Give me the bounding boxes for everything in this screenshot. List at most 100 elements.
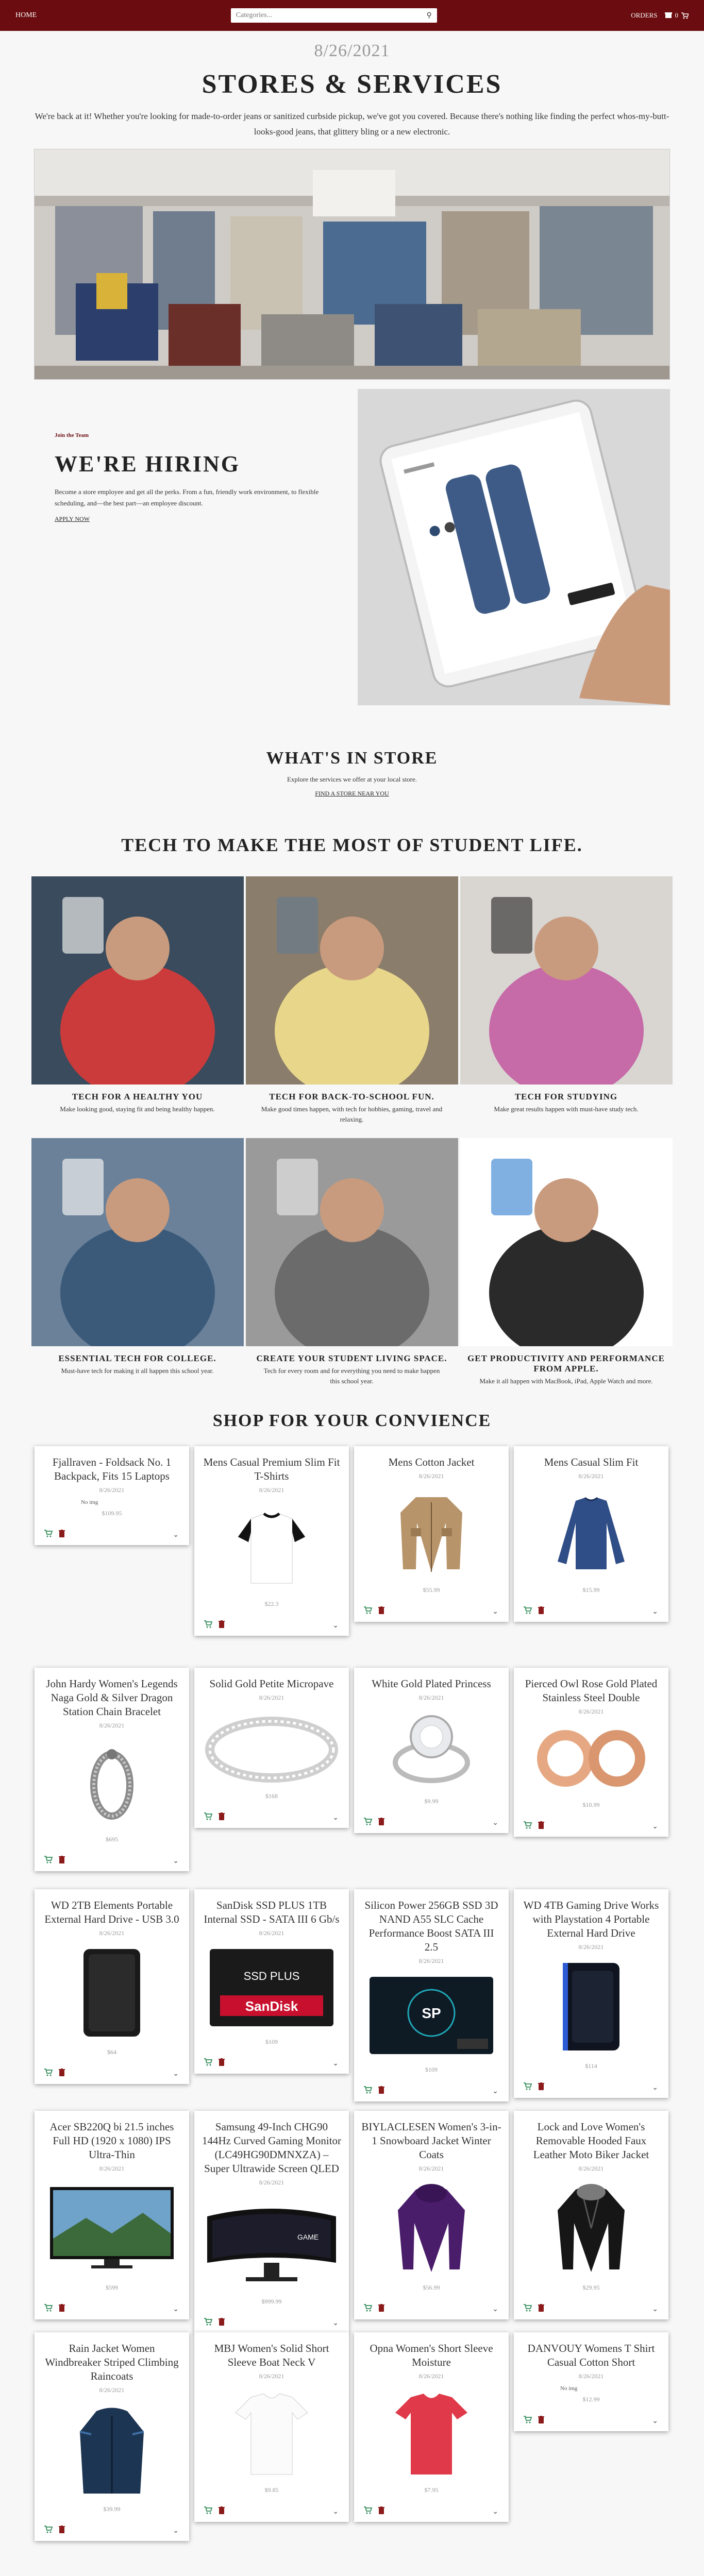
home-link[interactable]: HOME — [15, 11, 37, 20]
tech-card[interactable]: TECH FOR STUDYING Make great results happ… — [460, 876, 673, 1125]
trash-icon[interactable] — [375, 1818, 388, 1828]
product-title[interactable]: Lock and Love Women's Removable Hooded F… — [521, 2120, 661, 2162]
trash-icon[interactable] — [215, 2318, 228, 2328]
trash-icon[interactable] — [375, 2086, 388, 2096]
product-card[interactable]: Pierced Owl Rose Gold Plated Stainless S… — [514, 1668, 668, 1837]
chevron-down-icon[interactable]: ⌄ — [492, 2507, 501, 2516]
product-card[interactable]: Fjallraven - Foldsack No. 1 Backpack, Fi… — [35, 1446, 189, 1545]
add-to-cart-icon[interactable] — [521, 2416, 534, 2426]
add-to-cart-icon[interactable] — [521, 2082, 534, 2093]
product-card[interactable]: Opna Women's Short Sleeve Moisture 8/26/2… — [354, 2332, 509, 2522]
trash-icon[interactable] — [375, 1606, 388, 1617]
add-to-cart-icon[interactable] — [521, 2304, 534, 2314]
add-to-cart-icon[interactable] — [202, 1620, 215, 1631]
trash-icon[interactable] — [55, 1856, 69, 1866]
add-to-cart-icon[interactable] — [42, 2304, 55, 2314]
trash-icon[interactable] — [375, 2304, 388, 2314]
product-card[interactable]: MBJ Women's Solid Short Sleeve Boat Neck… — [194, 2332, 349, 2522]
product-title[interactable]: Pierced Owl Rose Gold Plated Stainless S… — [521, 1677, 661, 1705]
product-title[interactable]: Acer SB220Q bi 21.5 inches Full HD (1920… — [42, 2120, 182, 2162]
product-title[interactable]: MBJ Women's Solid Short Sleeve Boat Neck… — [202, 2342, 342, 2369]
add-to-cart-icon[interactable] — [361, 2086, 375, 2096]
product-title[interactable]: Rain Jacket Women Windbreaker Striped Cl… — [42, 2342, 182, 2383]
trash-icon[interactable] — [215, 2506, 228, 2517]
trash-icon[interactable] — [534, 1821, 548, 1832]
product-card[interactable]: Solid Gold Petite Micropave 8/26/2021 $168… — [194, 1668, 349, 1828]
add-to-cart-icon[interactable] — [202, 2506, 215, 2517]
add-to-cart-icon[interactable] — [361, 2304, 375, 2314]
product-card[interactable]: WD 2TB Elements Portable External Hard D… — [35, 1889, 189, 2084]
product-title[interactable]: Mens Casual Slim Fit — [521, 1455, 661, 1469]
add-to-cart-icon[interactable] — [521, 1821, 534, 1832]
chevron-down-icon[interactable]: ⌄ — [652, 2305, 661, 2314]
chevron-down-icon[interactable]: ⌄ — [173, 2527, 182, 2535]
product-card[interactable]: Samsung 49-Inch CHG90 144Hz Curved Gamin… — [194, 2111, 349, 2333]
cart-link[interactable]: 0 — [664, 11, 689, 20]
tech-card[interactable]: GET PRODUCTIVITY AND PERFORMANCE FROM AP… — [460, 1138, 673, 1386]
chevron-down-icon[interactable]: ⌄ — [332, 2319, 342, 2328]
product-title[interactable]: Fjallraven - Foldsack No. 1 Backpack, Fi… — [42, 1455, 182, 1483]
add-to-cart-icon[interactable] — [202, 2058, 215, 2069]
product-card[interactable]: BIYLACLESEN Women's 3-in-1 Snowboard Jac… — [354, 2111, 509, 2319]
product-card[interactable]: John Hardy Women's Legends Naga Gold & S… — [35, 1668, 189, 1871]
product-card[interactable]: Lock and Love Women's Removable Hooded F… — [514, 2111, 668, 2319]
chevron-down-icon[interactable]: ⌄ — [492, 2305, 501, 2314]
chevron-down-icon[interactable]: ⌄ — [492, 2087, 501, 2096]
chevron-down-icon[interactable]: ⌄ — [332, 1814, 342, 1822]
find-store-link[interactable]: FIND A STORE NEAR YOU — [315, 790, 389, 798]
trash-icon[interactable] — [534, 1606, 548, 1617]
chevron-down-icon[interactable]: ⌄ — [332, 2059, 342, 2068]
product-card[interactable]: Mens Casual Premium Slim Fit T-Shirts 8/2… — [194, 1446, 349, 1636]
chevron-down-icon[interactable]: ⌄ — [492, 1819, 501, 1827]
tech-card[interactable]: TECH FOR A HEALTHY YOU Make looking good,… — [31, 876, 244, 1125]
tech-card[interactable]: TECH FOR BACK-TO-SCHOOL FUN. Make good ti… — [245, 876, 458, 1125]
product-title[interactable]: Samsung 49-Inch CHG90 144Hz Curved Gamin… — [202, 2120, 342, 2176]
chevron-down-icon[interactable]: ⌄ — [652, 1607, 661, 1616]
add-to-cart-icon[interactable] — [361, 2506, 375, 2517]
trash-icon[interactable] — [55, 2304, 69, 2314]
tech-card[interactable]: ESSENTIAL TECH FOR COLLEGE. Must-have tec… — [31, 1138, 244, 1386]
trash-icon[interactable] — [215, 2058, 228, 2069]
add-to-cart-icon[interactable] — [42, 2069, 55, 2079]
product-title[interactable]: John Hardy Women's Legends Naga Gold & S… — [42, 1677, 182, 1719]
product-title[interactable]: Mens Cotton Jacket — [361, 1455, 501, 1469]
product-title[interactable]: Solid Gold Petite Micropave — [202, 1677, 342, 1691]
chevron-down-icon[interactable]: ⌄ — [173, 2070, 182, 2078]
product-card[interactable]: DANVOUY Womens T Shirt Casual Cotton Sho… — [514, 2332, 668, 2431]
chevron-down-icon[interactable]: ⌄ — [492, 1607, 501, 1616]
chevron-down-icon[interactable]: ⌄ — [332, 2507, 342, 2516]
chevron-down-icon[interactable]: ⌄ — [652, 2417, 661, 2426]
add-to-cart-icon[interactable] — [42, 1530, 55, 1540]
add-to-cart-icon[interactable] — [521, 1606, 534, 1617]
tech-card[interactable]: CREATE YOUR STUDENT LIVING SPACE. Tech fo… — [245, 1138, 458, 1386]
product-card[interactable]: Silicon Power 256GB SSD 3D NAND A55 SLC … — [354, 1889, 509, 2102]
product-card[interactable]: WD 4TB Gaming Drive Works with Playstati… — [514, 1889, 668, 2098]
chevron-down-icon[interactable]: ⌄ — [173, 1857, 182, 1866]
chevron-down-icon[interactable]: ⌄ — [173, 2305, 182, 2314]
chevron-down-icon[interactable]: ⌄ — [332, 1621, 342, 1630]
trash-icon[interactable] — [215, 1812, 228, 1823]
add-to-cart-icon[interactable] — [202, 1812, 215, 1823]
product-card[interactable]: Mens Cotton Jacket 8/26/2021 $55.99 ⌄ — [354, 1446, 509, 1622]
trash-icon[interactable] — [534, 2416, 548, 2426]
product-card[interactable]: Acer SB220Q bi 21.5 inches Full HD (1920… — [35, 2111, 189, 2319]
chevron-down-icon[interactable]: ⌄ — [652, 1822, 661, 1831]
add-to-cart-icon[interactable] — [361, 1818, 375, 1828]
add-to-cart-icon[interactable] — [42, 1856, 55, 1866]
trash-icon[interactable] — [55, 2526, 69, 2536]
trash-icon[interactable] — [55, 1530, 69, 1540]
search-input[interactable] — [236, 11, 427, 20]
product-title[interactable]: White Gold Plated Princess — [361, 1677, 501, 1691]
add-to-cart-icon[interactable] — [202, 2318, 215, 2328]
product-title[interactable]: WD 4TB Gaming Drive Works with Playstati… — [521, 1899, 661, 1940]
product-title[interactable]: Silicon Power 256GB SSD 3D NAND A55 SLC … — [361, 1899, 501, 1954]
product-title[interactable]: BIYLACLESEN Women's 3-in-1 Snowboard Jac… — [361, 2120, 501, 2162]
chevron-down-icon[interactable]: ⌄ — [652, 2083, 661, 2092]
product-card[interactable]: Rain Jacket Women Windbreaker Striped Cl… — [35, 2332, 189, 2541]
product-card[interactable]: Mens Casual Slim Fit 8/26/2021 $15.99 ⌄ — [514, 1446, 668, 1622]
orders-link[interactable]: ORDERS — [631, 11, 657, 20]
search-bar[interactable]: ⚲ — [230, 8, 437, 23]
chevron-down-icon[interactable]: ⌄ — [173, 1531, 182, 1539]
search-icon[interactable]: ⚲ — [426, 11, 431, 20]
trash-icon[interactable] — [534, 2082, 548, 2093]
